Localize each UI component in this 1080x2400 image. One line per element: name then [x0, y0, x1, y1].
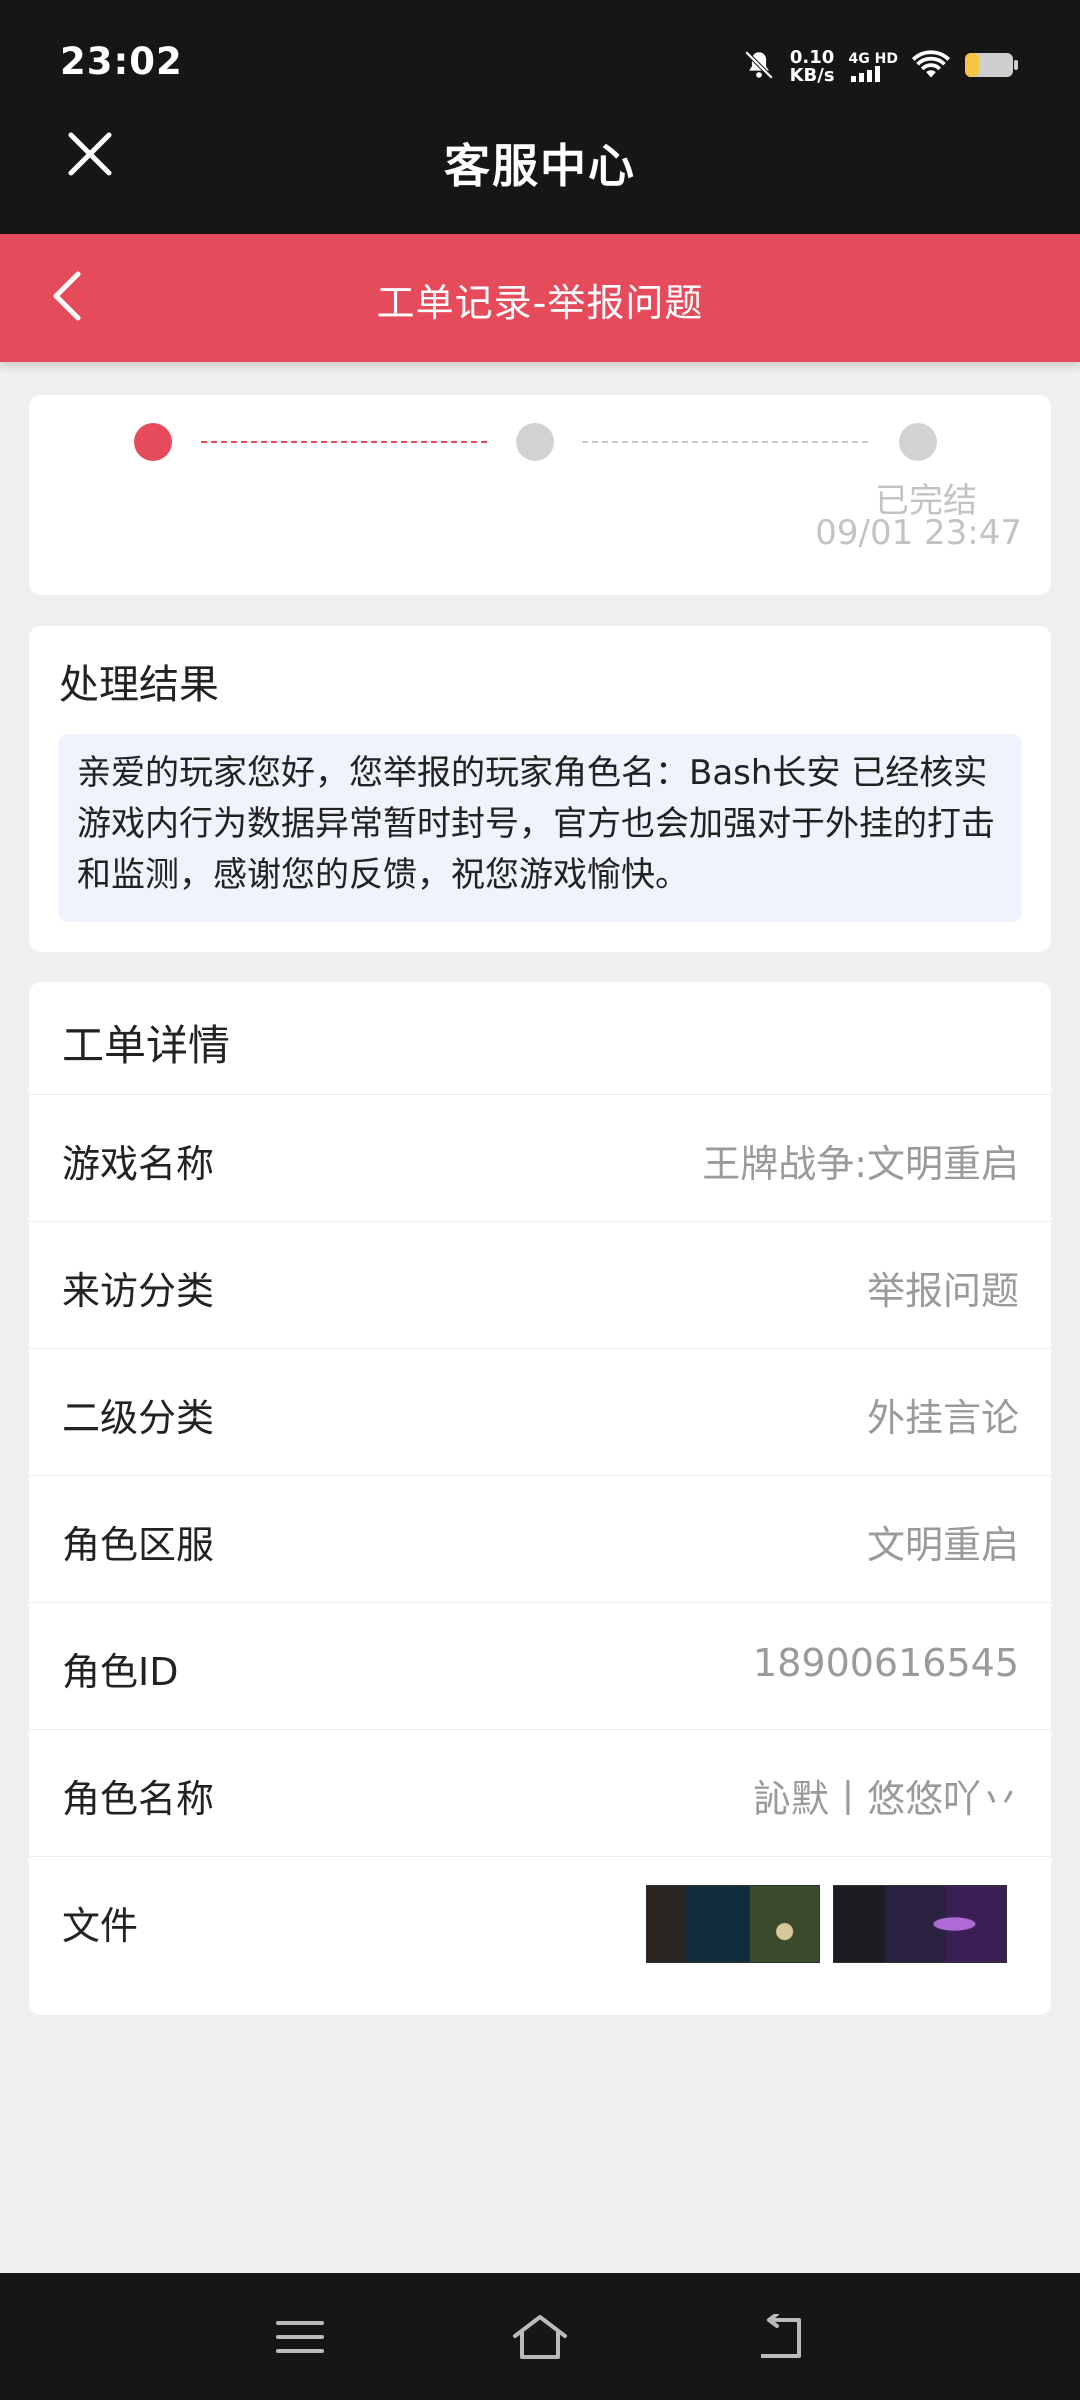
- result-card: 处理结果 亲爱的玩家您好，您举报的玩家角色名：Bash长安 已经核实游戏内行为数…: [29, 626, 1051, 952]
- progress-step-2: [516, 423, 554, 461]
- top-bar: 23:02 0.10 KB/s 4G HD 客服中心: [0, 0, 1080, 234]
- detail-row: 角色ID 18900616545: [29, 1602, 1051, 1729]
- detail-row: 来访分类 举报问题: [29, 1221, 1051, 1348]
- progress-final-time: 09/01 23:47: [815, 513, 1022, 553]
- detail-label: 二级分类: [62, 1396, 215, 1440]
- progress-step-1: [134, 423, 172, 461]
- detail-value: 外挂言论: [866, 1396, 1019, 1440]
- home-icon: [512, 2314, 568, 2364]
- status-time: 23:02: [60, 40, 183, 83]
- wifi-icon: [911, 50, 951, 84]
- file-thumbnail[interactable]: [833, 1885, 1007, 1963]
- result-title: 处理结果: [59, 662, 219, 708]
- file-thumbnail[interactable]: [646, 1885, 820, 1963]
- battery-icon: [964, 51, 1020, 83]
- detail-label: 角色名称: [62, 1777, 215, 1821]
- progress-card: 已完结 09/01 23:47: [29, 395, 1051, 595]
- home-button[interactable]: [510, 2309, 570, 2369]
- nav-bar: [0, 2273, 1080, 2400]
- detail-row-files: 文件: [29, 1856, 1051, 2015]
- back-icon: [755, 2312, 805, 2364]
- detail-label: 来访分类: [62, 1269, 215, 1313]
- progress-step-3: [899, 423, 937, 461]
- detail-label: 游戏名称: [62, 1142, 215, 1186]
- net-speed: 0.10 KB/s: [789, 47, 835, 86]
- detail-value: 訫默丨悠悠吖丷: [752, 1777, 1019, 1821]
- detail-label: 角色ID: [62, 1650, 179, 1694]
- detail-value: 举报问题: [866, 1269, 1019, 1313]
- detail-value: 文明重启: [866, 1523, 1019, 1567]
- detail-row: 角色名称 訫默丨悠悠吖丷: [29, 1729, 1051, 1856]
- detail-label: 文件: [62, 1904, 139, 1948]
- detail-value: 18900616545: [753, 1641, 1019, 1685]
- progress-line-2: [582, 441, 868, 443]
- detail-row: 角色区服 文明重启: [29, 1475, 1051, 1602]
- detail-value: 王牌战争:文明重启: [702, 1142, 1019, 1186]
- progress-line-1: [201, 441, 487, 443]
- page-header: 工单记录-举报问题: [0, 234, 1080, 362]
- detail-label: 角色区服: [62, 1523, 215, 1567]
- signal-icon: 4G HD: [849, 52, 898, 82]
- detail-row: 游戏名称 王牌战争:文明重启: [29, 1094, 1051, 1221]
- detail-card: 工单详情 游戏名称 王牌战争:文明重启 来访分类 举报问题 二级分类 外挂言论 …: [29, 982, 1051, 2015]
- status-icons: 0.10 KB/s 4G HD: [742, 44, 1020, 90]
- mute-icon: [742, 48, 776, 86]
- back-nav-button[interactable]: [750, 2309, 810, 2369]
- menu-button[interactable]: [270, 2309, 330, 2369]
- detail-title: 工单详情: [62, 1021, 231, 1070]
- menu-icon: [276, 2317, 324, 2361]
- page-title: 工单记录-举报问题: [376, 281, 704, 325]
- result-text: 亲爱的玩家您好，您举报的玩家角色名：Bash长安 已经核实游戏内行为数据异常暂时…: [59, 734, 1021, 922]
- app-title: 客服中心: [444, 139, 636, 193]
- detail-row: 二级分类 外挂言论: [29, 1348, 1051, 1475]
